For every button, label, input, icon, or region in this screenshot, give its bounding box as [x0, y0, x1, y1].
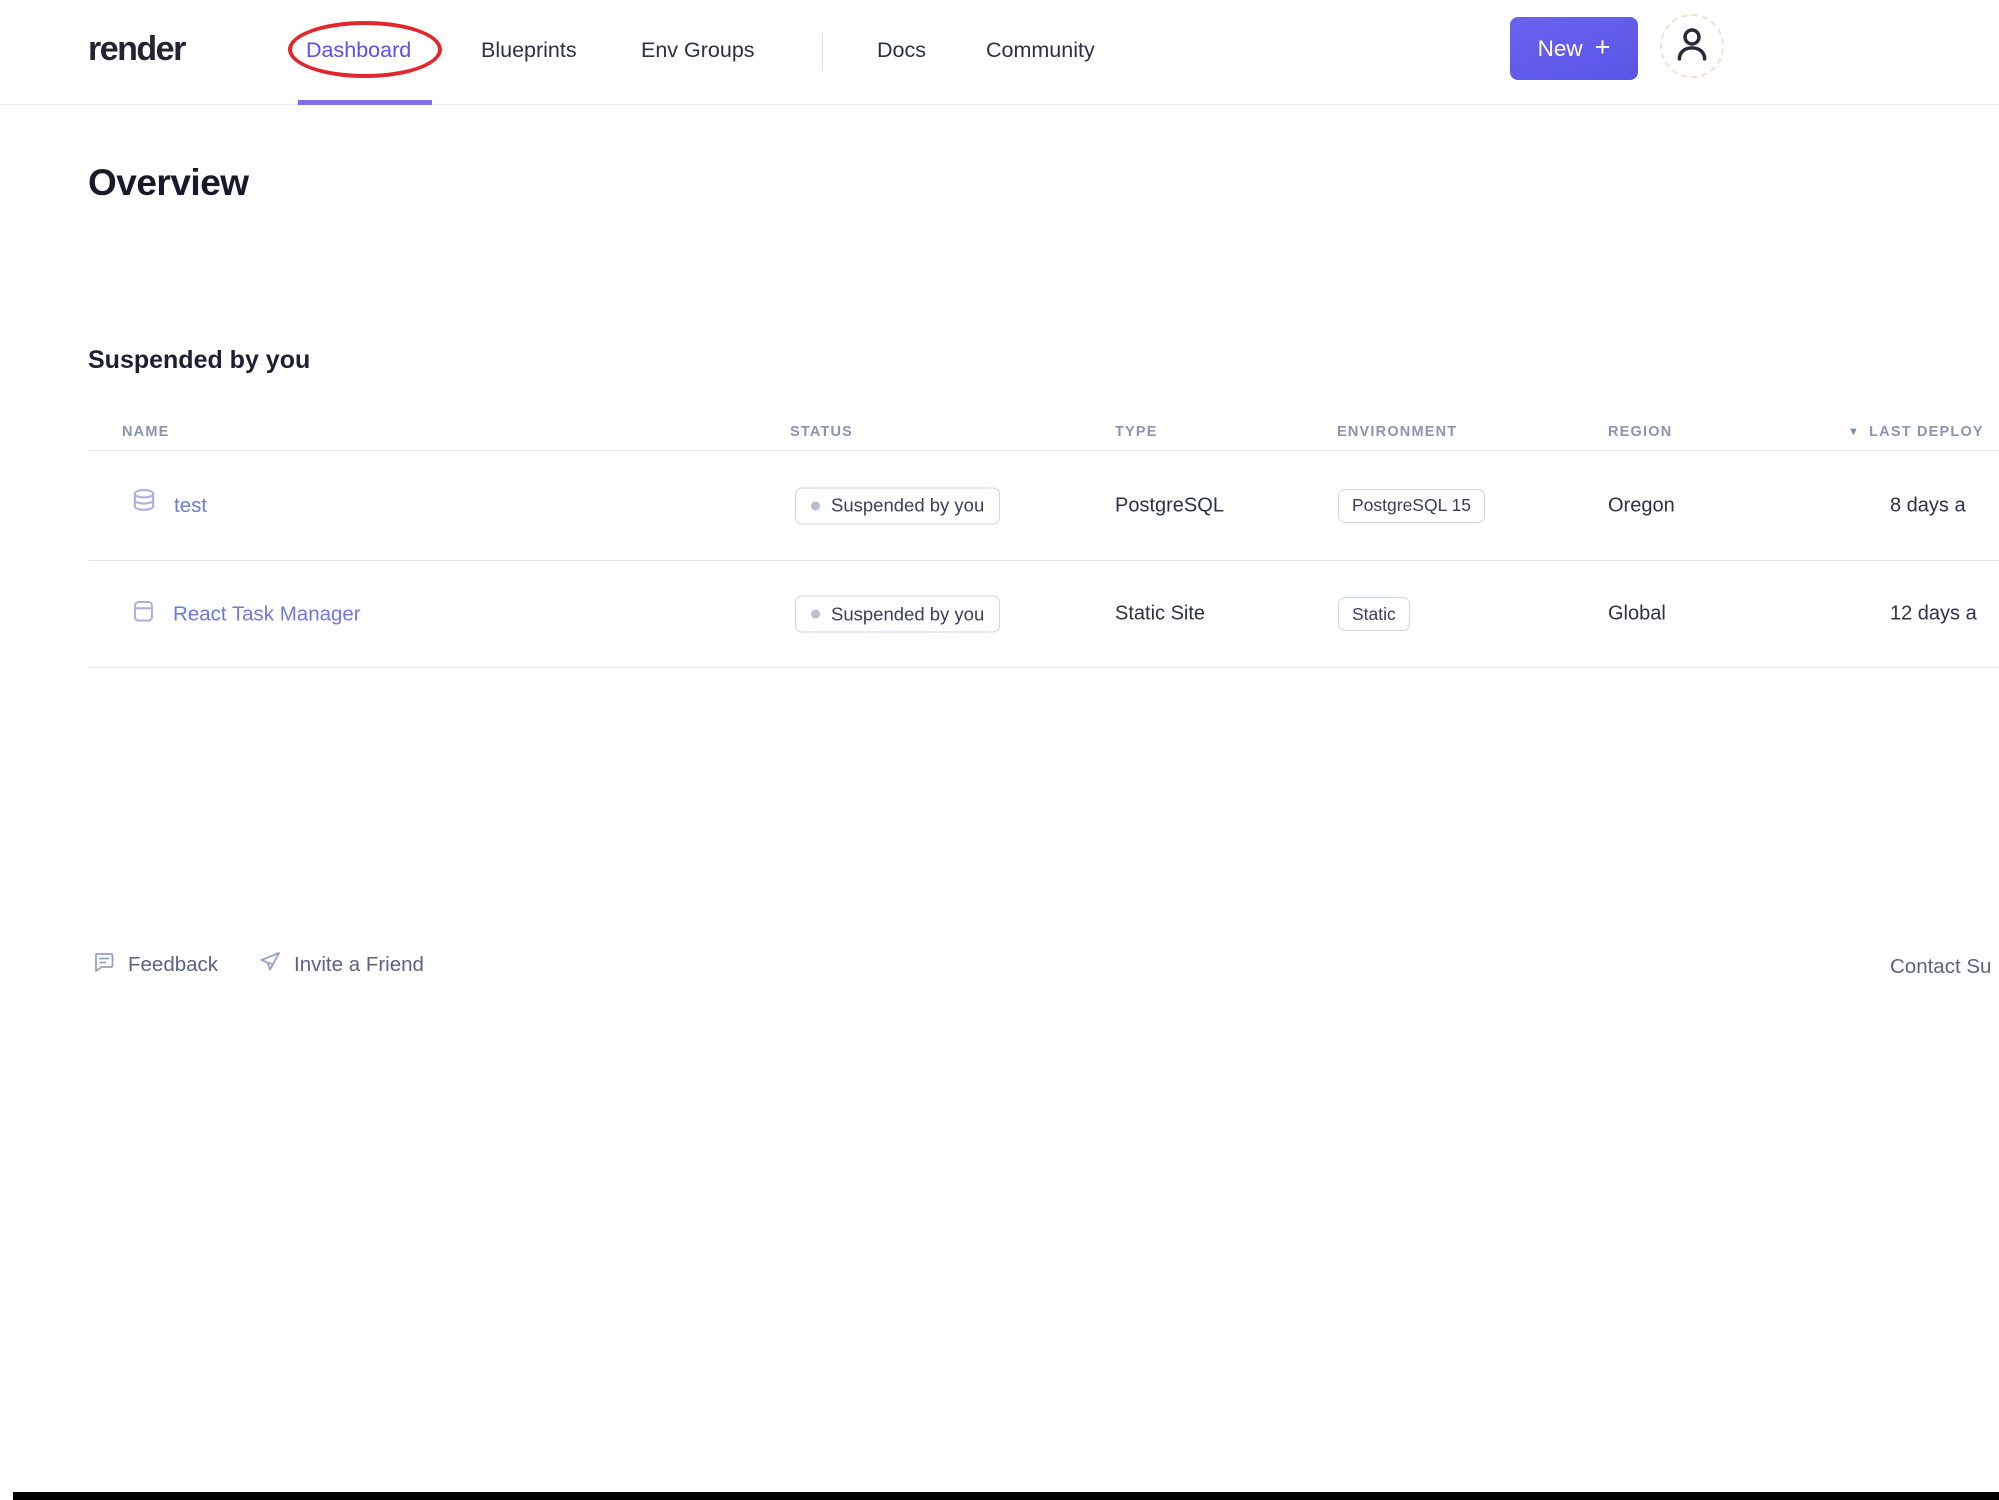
nav-link-community[interactable]: Community [986, 38, 1095, 63]
nav-divider [822, 33, 823, 71]
status-badge: Suspended by you [795, 487, 1001, 524]
active-tab-underline [298, 100, 432, 105]
status-cell: Suspended by you [795, 487, 1001, 524]
feedback-link[interactable]: Feedback [92, 950, 218, 980]
column-header-last-deploy[interactable]: ▼ LAST DEPLOY [1848, 424, 1984, 440]
account-avatar-button[interactable] [1660, 14, 1724, 78]
service-name-cell: test [130, 488, 207, 524]
last-deploy-cell: 12 days a [1890, 602, 1977, 625]
last-deploy-cell: 8 days a [1890, 494, 1966, 516]
table-row[interactable]: test Suspended by you PostgreSQL Postgre… [0, 451, 1999, 560]
new-button[interactable]: New + [1510, 17, 1638, 80]
region-cell: Global [1608, 602, 1666, 625]
nav-link-docs[interactable]: Docs [877, 38, 926, 63]
service-name-link[interactable]: test [174, 494, 207, 518]
feedback-icon [92, 950, 116, 980]
status-badge-label: Suspended by you [831, 603, 985, 624]
type-cell: Static Site [1115, 602, 1206, 625]
environment-cell: Static [1338, 597, 1410, 631]
top-nav-bar: render Dashboard Blueprints Env Groups D… [0, 0, 1999, 105]
nav-tab-env-groups[interactable]: Env Groups [641, 38, 755, 63]
service-name-link[interactable]: React Task Manager [173, 602, 361, 626]
status-dot-icon [811, 609, 820, 619]
status-cell: Suspended by you [795, 595, 1001, 633]
type-cell: PostgreSQL [1115, 494, 1224, 516]
column-header-status: STATUS [790, 424, 854, 440]
static-site-icon [130, 598, 157, 631]
nav-tab-dashboard[interactable]: Dashboard [306, 38, 411, 63]
column-header-region: REGION [1608, 424, 1673, 440]
service-name-cell: React Task Manager [130, 598, 361, 631]
section-title: Suspended by you [88, 346, 311, 374]
status-badge: Suspended by you [795, 595, 1001, 633]
table-row[interactable]: React Task Manager Suspended by you Stat… [0, 561, 1999, 667]
column-header-name: NAME [122, 424, 170, 440]
send-icon [258, 950, 282, 980]
column-header-type: TYPE [1115, 424, 1158, 440]
sort-desc-icon: ▼ [1848, 426, 1861, 438]
nav-tab-blueprints[interactable]: Blueprints [481, 38, 577, 63]
render-dashboard-page: render Dashboard Blueprints Env Groups D… [0, 0, 1999, 1500]
status-dot-icon [811, 501, 820, 510]
plus-icon: + [1594, 32, 1611, 62]
feedback-label: Feedback [128, 953, 219, 976]
database-icon [130, 488, 158, 524]
region-cell: Oregon [1608, 494, 1675, 516]
status-badge-label: Suspended by you [831, 494, 985, 516]
footer-links: Feedback Invite a Friend [92, 950, 424, 980]
user-icon [1671, 23, 1713, 70]
render-logo[interactable]: render [88, 30, 186, 69]
table-bottom-divider [88, 667, 1999, 668]
environment-cell: PostgreSQL 15 [1338, 488, 1486, 523]
invite-a-friend-link[interactable]: Invite a Friend [258, 950, 424, 980]
contact-support-link[interactable]: Contact Su [1890, 955, 1991, 979]
bottom-black-bar [13, 1492, 1999, 1500]
column-header-environment: ENVIRONMENT [1337, 424, 1458, 440]
invite-a-friend-label: Invite a Friend [294, 953, 424, 976]
new-button-label: New [1537, 35, 1583, 61]
column-header-last-deploy-label: LAST DEPLOY [1869, 424, 1984, 440]
page-title: Overview [88, 162, 249, 203]
environment-badge: Static [1338, 597, 1410, 631]
environment-badge: PostgreSQL 15 [1338, 488, 1486, 523]
